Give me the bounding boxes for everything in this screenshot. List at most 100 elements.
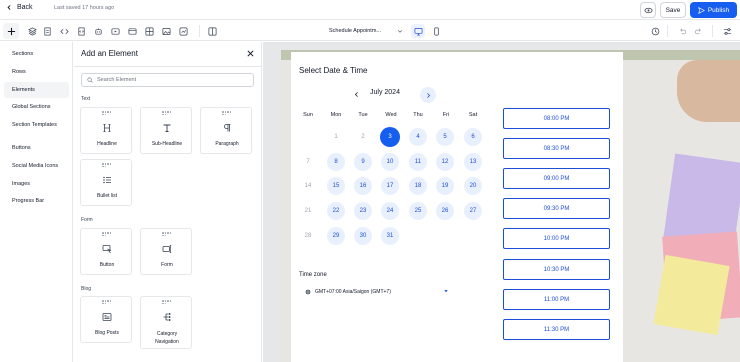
mobile-icon [433, 27, 439, 35]
back-button[interactable]: Back [6, 4, 33, 11]
nav-elements[interactable]: Elements [4, 82, 69, 98]
calendar-day[interactable]: 20 [464, 177, 482, 195]
calendar-day[interactable]: 16 [354, 177, 372, 195]
popup-button[interactable] [91, 24, 105, 38]
video-button[interactable] [108, 24, 122, 38]
editor-canvas[interactable]: Select Date & Time July 2024 Sun Mon Tue… [263, 42, 740, 362]
element-tile-form[interactable]: Form [140, 228, 192, 275]
calendar-day[interactable]: 24 [381, 202, 399, 220]
search-icon [87, 77, 93, 83]
timezone-select[interactable]: GMT+07:00 Asia/Saigon (GMT+7) [305, 287, 448, 297]
pages-button[interactable] [40, 24, 54, 38]
toolbar-divider [199, 25, 200, 37]
settings-sliders-button[interactable] [720, 24, 734, 38]
page-selector-value: Schedule Appointm... [329, 28, 381, 34]
page-selector[interactable]: Schedule Appointm... [329, 25, 403, 37]
element-tile-bullet-list[interactable]: Bullet list [80, 159, 132, 206]
tile-label: Sub-Headline [151, 141, 183, 147]
prev-month-button[interactable] [349, 87, 363, 101]
close-icon[interactable] [246, 49, 255, 58]
time-slot-button[interactable]: 10:00 PM [503, 228, 610, 249]
timezone-value: GMT+07:00 Asia/Saigon (GMT+7) [315, 289, 391, 295]
robot-icon [94, 27, 102, 35]
element-tile-category-navigation[interactable]: Category Navigation [140, 296, 192, 349]
time-slot-button[interactable]: 11:30 PM [503, 319, 610, 340]
element-tile-paragraph[interactable]: Paragraph [200, 107, 252, 154]
calendar-day[interactable]: 26 [436, 202, 454, 220]
time-slot-button[interactable]: 11:00 PM [503, 289, 610, 310]
history-button[interactable] [176, 24, 190, 38]
calendar-day[interactable]: 13 [464, 153, 482, 171]
columns-button[interactable] [205, 24, 219, 38]
redo-button[interactable] [691, 24, 705, 38]
code-button[interactable] [57, 24, 71, 38]
time-slot-button[interactable]: 08:30 PM [503, 138, 610, 159]
nav-sections[interactable]: Sections [4, 46, 69, 62]
calendar-day[interactable]: 5 [436, 128, 454, 146]
time-slot-button[interactable]: 08:00 PM [503, 108, 610, 129]
calendar-day[interactable]: 9 [354, 153, 372, 171]
nav-images[interactable]: Images [4, 176, 69, 192]
layers-button[interactable] [25, 24, 39, 38]
settings-panel-button[interactable] [125, 24, 139, 38]
nav-progress-bar[interactable]: Progress Bar [4, 193, 69, 209]
calendar-day[interactable]: 6 [464, 128, 482, 146]
desktop-view-button[interactable] [411, 24, 425, 38]
clock-icon [651, 27, 659, 35]
drag-handle-icon [102, 111, 112, 115]
element-tile-subheadline[interactable]: Sub-Headline [140, 107, 192, 154]
time-slot-button[interactable]: 09:00 PM [503, 168, 610, 189]
publish-button[interactable]: Publish [690, 2, 737, 18]
version-history-button[interactable] [648, 24, 662, 38]
form-grid-icon [145, 27, 153, 35]
chevron-right-icon [426, 92, 430, 98]
publish-label: Publish [707, 6, 730, 14]
calendar-day[interactable]: 4 [409, 128, 427, 146]
calendar-day-selected[interactable]: 3 [380, 127, 400, 147]
calendar-day[interactable]: 25 [409, 202, 427, 220]
next-month-button[interactable] [420, 87, 436, 103]
calendar-day[interactable]: 12 [436, 153, 454, 171]
send-icon [697, 6, 705, 14]
calendar-day[interactable]: 19 [436, 177, 454, 195]
time-slot-button[interactable]: 10:30 PM [503, 259, 610, 280]
calendar-day[interactable]: 18 [409, 177, 427, 195]
tracking-button[interactable] [74, 24, 88, 38]
calendar-day[interactable]: 30 [354, 227, 372, 245]
calendar-day[interactable]: 17 [381, 177, 399, 195]
time-slot-button[interactable]: 09:30 PM [503, 198, 610, 219]
calendar-day[interactable]: 27 [464, 202, 482, 220]
forms-button[interactable] [142, 24, 156, 38]
preview-button[interactable] [640, 2, 656, 18]
save-button[interactable]: Save [660, 2, 686, 18]
code-icon [59, 28, 69, 34]
nav-buttons[interactable]: Buttons [4, 140, 69, 156]
redo-icon [694, 28, 701, 34]
undo-button[interactable] [675, 24, 689, 38]
search-element-input[interactable]: Search Element [81, 73, 254, 87]
group-label-blog: Blog [81, 286, 92, 292]
calendar-day[interactable]: 22 [327, 202, 345, 220]
image-button[interactable] [159, 24, 173, 38]
hierarchy-icon [161, 311, 173, 323]
drag-handle-icon [102, 300, 112, 304]
element-tile-blog-posts[interactable]: Blog Posts [80, 296, 132, 343]
nav-global-sections[interactable]: Global Sections [4, 99, 69, 115]
add-element-button[interactable] [3, 23, 19, 39]
weekday-label: Sun [303, 112, 313, 118]
nav-social-media-icons[interactable]: Social Media Icons [4, 158, 69, 174]
plus-icon [7, 27, 15, 35]
drag-handle-icon [222, 111, 232, 115]
calendar-day[interactable]: 15 [327, 177, 345, 195]
calendar-day[interactable]: 29 [327, 227, 345, 245]
calendar-day[interactable]: 10 [381, 153, 399, 171]
mobile-view-button[interactable] [429, 24, 443, 38]
calendar-day[interactable]: 23 [354, 202, 372, 220]
calendar-day[interactable]: 8 [327, 153, 345, 171]
nav-rows[interactable]: Rows [4, 64, 69, 80]
nav-section-templates[interactable]: Section Templates [4, 117, 69, 133]
element-tile-headline[interactable]: Headline [80, 107, 132, 154]
calendar-day[interactable]: 11 [409, 153, 427, 171]
element-tile-button[interactable]: Button [80, 228, 132, 275]
calendar-day[interactable]: 31 [381, 227, 399, 245]
